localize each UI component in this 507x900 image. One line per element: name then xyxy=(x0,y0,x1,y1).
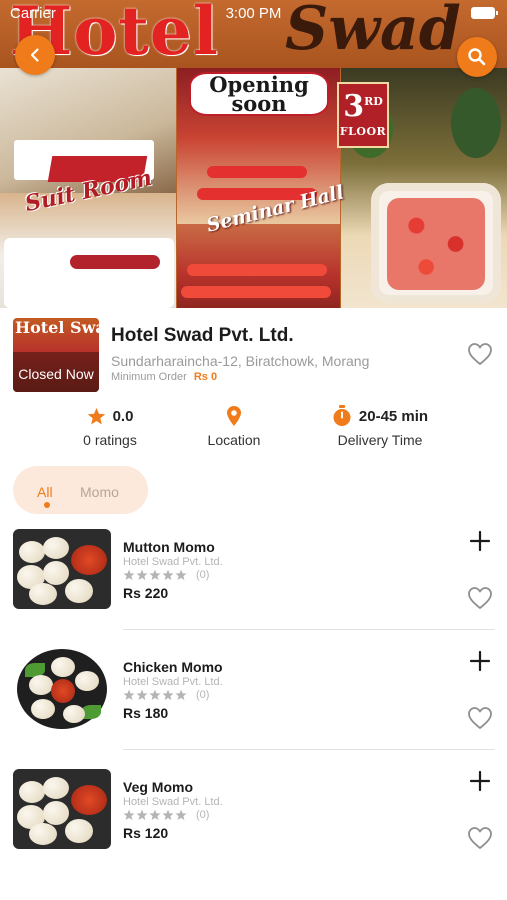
active-tab-indicator xyxy=(44,502,50,508)
star-icon xyxy=(136,809,148,821)
item-name: Veg Momo xyxy=(123,779,194,795)
item-rating-count: (0) xyxy=(196,809,210,821)
heart-outline-icon xyxy=(468,343,492,365)
store-status-label: Closed Now xyxy=(18,366,94,382)
star-icon xyxy=(149,809,161,821)
status-bar: Carrier 3:00 PM xyxy=(0,0,507,28)
star-icon xyxy=(175,689,187,701)
favorite-item-button[interactable] xyxy=(467,826,493,855)
item-photo xyxy=(13,769,111,849)
star-icon xyxy=(175,569,187,581)
store-name: Hotel Swad Pvt. Ltd. xyxy=(111,325,294,346)
favorite-store-button[interactable] xyxy=(467,342,493,371)
add-to-cart-button[interactable] xyxy=(468,769,492,793)
star-icon xyxy=(162,569,174,581)
hero-banner: Hotel Swad Opening soon 3RD FLOOR Suit R… xyxy=(0,0,507,308)
star-icon xyxy=(175,809,187,821)
tab-momo[interactable]: Momo xyxy=(80,484,119,500)
star-icon xyxy=(149,569,161,581)
list-item[interactable]: Chicken Momo Hotel Swad Pvt. Ltd. (0) Rs… xyxy=(0,649,507,769)
item-rating-count: (0) xyxy=(196,569,210,581)
item-photo xyxy=(13,529,111,609)
timer-icon xyxy=(333,405,351,426)
clock: 3:00 PM xyxy=(225,5,282,22)
floor-badge: 3RD FLOOR xyxy=(337,82,389,148)
floor-suffix: RD xyxy=(364,95,383,108)
delivery-time-value: 20-45 min xyxy=(358,407,429,425)
item-name: Chicken Momo xyxy=(123,659,223,675)
item-price: Rs 180 xyxy=(123,705,169,721)
star-icon xyxy=(149,689,161,701)
item-rating-count: (0) xyxy=(196,689,210,701)
seminar-hall-photo-bottom xyxy=(177,224,340,308)
heart-outline-icon xyxy=(468,587,492,609)
star-icon xyxy=(123,689,135,701)
back-arrow-icon xyxy=(30,48,39,62)
delivery-time-stat: 20-45 min Delivery Time xyxy=(320,404,440,448)
star-icon xyxy=(123,569,135,581)
star-icon xyxy=(87,407,105,424)
location-pin-icon xyxy=(227,406,241,426)
thumbnail-title: Hotel Swad xyxy=(15,318,99,337)
star-icon xyxy=(123,809,135,821)
rating-stat: 0.0 0 ratings xyxy=(62,404,158,448)
rating-count-label: 0 ratings xyxy=(83,432,137,448)
battery-icon xyxy=(471,7,498,19)
item-price: Rs 220 xyxy=(123,585,169,601)
tab-all[interactable]: All xyxy=(37,484,53,500)
list-item[interactable]: Mutton Momo Hotel Swad Pvt. Ltd. (0) Rs … xyxy=(0,529,507,649)
item-divider xyxy=(123,749,495,750)
location-label: Location xyxy=(207,432,261,448)
search-icon xyxy=(468,48,486,66)
item-restaurant: Hotel Swad Pvt. Ltd. xyxy=(123,676,223,688)
floor-word: FLOOR xyxy=(339,125,387,138)
store-address: Sundarharaincha-12, Biratchowk, Morang xyxy=(111,353,370,369)
add-to-cart-button[interactable] xyxy=(468,649,492,673)
store-thumbnail: Hotel Swad Closed Now xyxy=(13,318,99,392)
location-stat[interactable]: Location xyxy=(190,404,278,448)
star-icon xyxy=(162,689,174,701)
minimum-order: Minimum Order Rs 0 xyxy=(111,371,217,383)
list-item[interactable]: Veg Momo Hotel Swad Pvt. Ltd. (0) Rs 120 xyxy=(0,769,507,889)
heart-outline-icon xyxy=(468,707,492,729)
item-price: Rs 120 xyxy=(123,825,169,841)
plus-icon xyxy=(469,770,491,792)
item-name: Mutton Momo xyxy=(123,539,215,555)
item-rating: (0) xyxy=(123,689,209,701)
item-restaurant: Hotel Swad Pvt. Ltd. xyxy=(123,796,223,808)
search-button[interactable] xyxy=(457,37,497,77)
delivery-time-label: Delivery Time xyxy=(337,432,423,448)
min-order-value: Rs 0 xyxy=(193,371,218,383)
back-button[interactable] xyxy=(15,35,55,75)
item-rating: (0) xyxy=(123,809,209,821)
star-icon xyxy=(136,569,148,581)
opening-soon-sign: Opening soon xyxy=(189,72,329,116)
rating-value: 0.0 xyxy=(112,407,134,425)
min-order-label: Minimum Order xyxy=(111,371,187,383)
floor-number: 3 xyxy=(343,89,365,124)
item-restaurant: Hotel Swad Pvt. Ltd. xyxy=(123,556,223,568)
category-tabs: All Momo xyxy=(13,466,148,514)
item-rating: (0) xyxy=(123,569,209,581)
item-divider xyxy=(123,629,495,630)
star-icon xyxy=(136,689,148,701)
star-icon xyxy=(162,809,174,821)
heart-outline-icon xyxy=(468,827,492,849)
plus-icon xyxy=(469,530,491,552)
add-to-cart-button[interactable] xyxy=(468,529,492,553)
favorite-item-button[interactable] xyxy=(467,706,493,735)
plus-icon xyxy=(469,650,491,672)
favorite-item-button[interactable] xyxy=(467,586,493,615)
item-photo xyxy=(13,649,111,729)
